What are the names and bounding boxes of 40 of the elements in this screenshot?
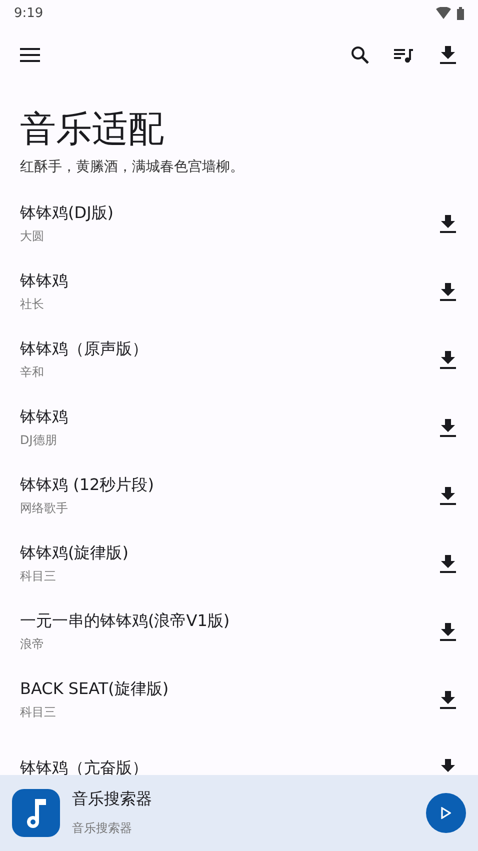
song-title[interactable]: 钵钵鸡 <box>20 271 68 292</box>
download-icon[interactable] <box>440 758 456 775</box>
download-icon[interactable] <box>440 486 456 506</box>
playlist-music-icon <box>394 47 414 63</box>
download-icon[interactable] <box>440 622 456 642</box>
battery-icon <box>457 6 464 20</box>
download-icon[interactable] <box>440 554 456 574</box>
song-artist: 科目三 <box>20 704 56 721</box>
song-artist: 社长 <box>20 296 44 313</box>
song-title[interactable]: 钵钵鸡 (12秒片段) <box>20 475 154 496</box>
download-icon[interactable] <box>440 690 456 710</box>
song-artist: 网络歌手 <box>20 500 68 517</box>
download-icon[interactable] <box>440 214 456 234</box>
song-artist: 浪帝 <box>20 636 44 653</box>
search-icon <box>351 46 369 64</box>
song-title[interactable]: 一元一串的钵钵鸡(浪帝V1版) <box>20 611 230 632</box>
song-title[interactable]: 钵钵鸡（亢奋版） <box>20 758 148 775</box>
music-note-icon <box>12 789 60 837</box>
wifi-icon <box>436 7 451 19</box>
download-icon <box>440 45 456 65</box>
play-icon <box>441 807 451 819</box>
song-title[interactable]: BACK SEAT(旋律版) <box>20 679 169 700</box>
download-icon[interactable] <box>440 282 456 302</box>
song-title[interactable]: 钵钵鸡(旋律版) <box>20 543 128 564</box>
page-subtitle: 红酥手，黄縢酒，满城春色宫墙柳。 <box>20 158 245 176</box>
song-artist: DJ德朋 <box>20 432 57 449</box>
song-artist: 大圆 <box>20 228 44 245</box>
play-button[interactable] <box>426 793 466 833</box>
song-title[interactable]: 钵钵鸡 <box>20 407 68 428</box>
menu-icon <box>20 48 40 62</box>
download-icon[interactable] <box>440 350 456 370</box>
song-artist: 科目三 <box>20 568 56 585</box>
download-icon[interactable] <box>440 418 456 438</box>
song-artist: 辛和 <box>20 364 44 381</box>
page-title: 音乐适配 <box>20 108 165 152</box>
status-time: 9:19 <box>14 6 44 20</box>
player-title: 音乐搜索器 <box>72 789 153 810</box>
player-subtitle: 音乐搜索器 <box>72 820 133 837</box>
song-title[interactable]: 钵钵鸡(DJ版) <box>20 203 114 224</box>
song-title[interactable]: 钵钵鸡（原声版） <box>20 339 148 360</box>
